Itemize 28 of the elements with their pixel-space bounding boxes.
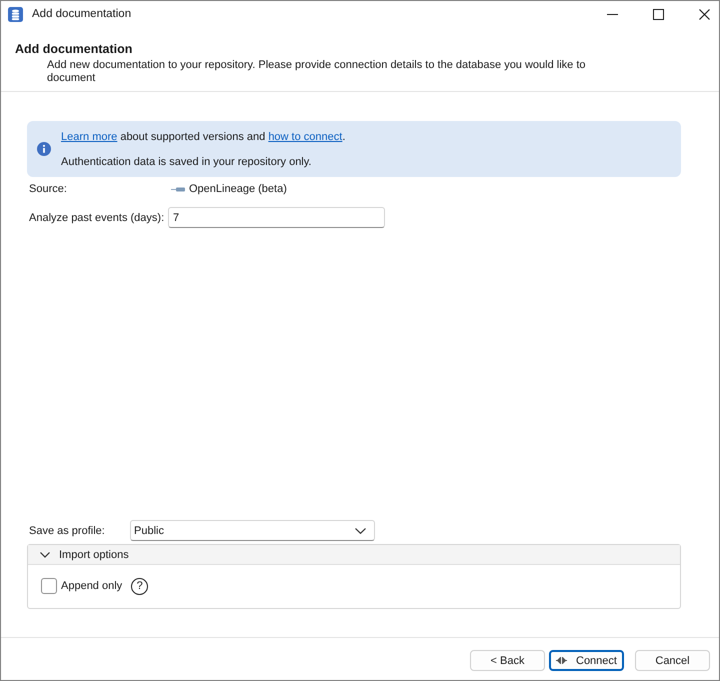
link[interactable]: Learn more [61,130,118,142]
maximize-icon [653,8,664,20]
info-icon [37,142,51,156]
connector-icon [171,186,185,192]
checkbox-label: Append only [61,580,122,592]
days-input[interactable]: 7 [168,207,385,228]
cancel-button[interactable]: Cancel [635,650,710,671]
back-button[interactable]: < Back [470,650,545,671]
checkbox[interactable] [41,578,57,594]
database-icon [8,6,23,22]
chevron-down-icon [40,552,50,558]
dialog-title: Add documentation [15,41,134,57]
profile-label: Save as profile: [28,524,106,536]
chevron-down-icon [355,528,366,534]
info-text: Learn more about supported versions and how to connect. [61,130,346,144]
connect-button[interactable]: Connect [549,650,624,671]
window-title: Add documentation [32,8,132,20]
field-label: Analyze past events (days): [28,210,166,226]
info-text: Authentication data is saved in your repository only. [61,154,312,170]
source-label: Source: [28,182,68,197]
connector-icon [556,657,567,664]
profile-dropdown[interactable]: Public [130,520,375,541]
dialog-description: Add new documentation to your repository. Please provide connection details to the database you would like to document [47,59,587,85]
close-icon [699,8,710,20]
source-value: OpenLineage (beta) [189,183,287,195]
link[interactable]: how to connect [268,130,342,142]
help-button[interactable]: ? [131,578,148,594]
import-options-toggle[interactable]: Import options [28,545,680,565]
